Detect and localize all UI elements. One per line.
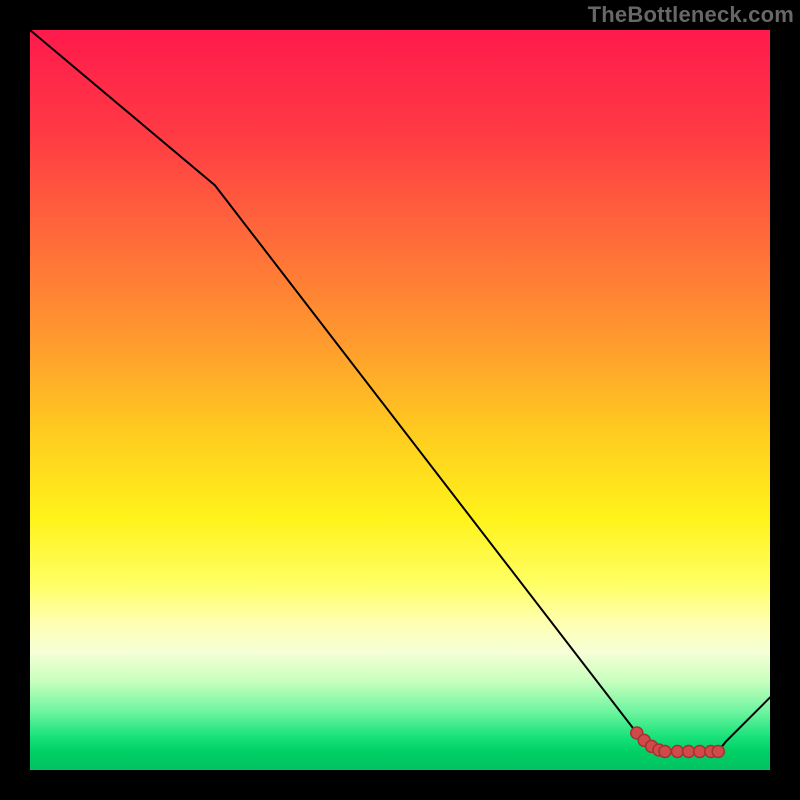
chart-plot-area — [30, 30, 770, 770]
chart-container: TheBottleneck.com — [0, 0, 800, 800]
watermark-text: TheBottleneck.com — [588, 2, 794, 28]
